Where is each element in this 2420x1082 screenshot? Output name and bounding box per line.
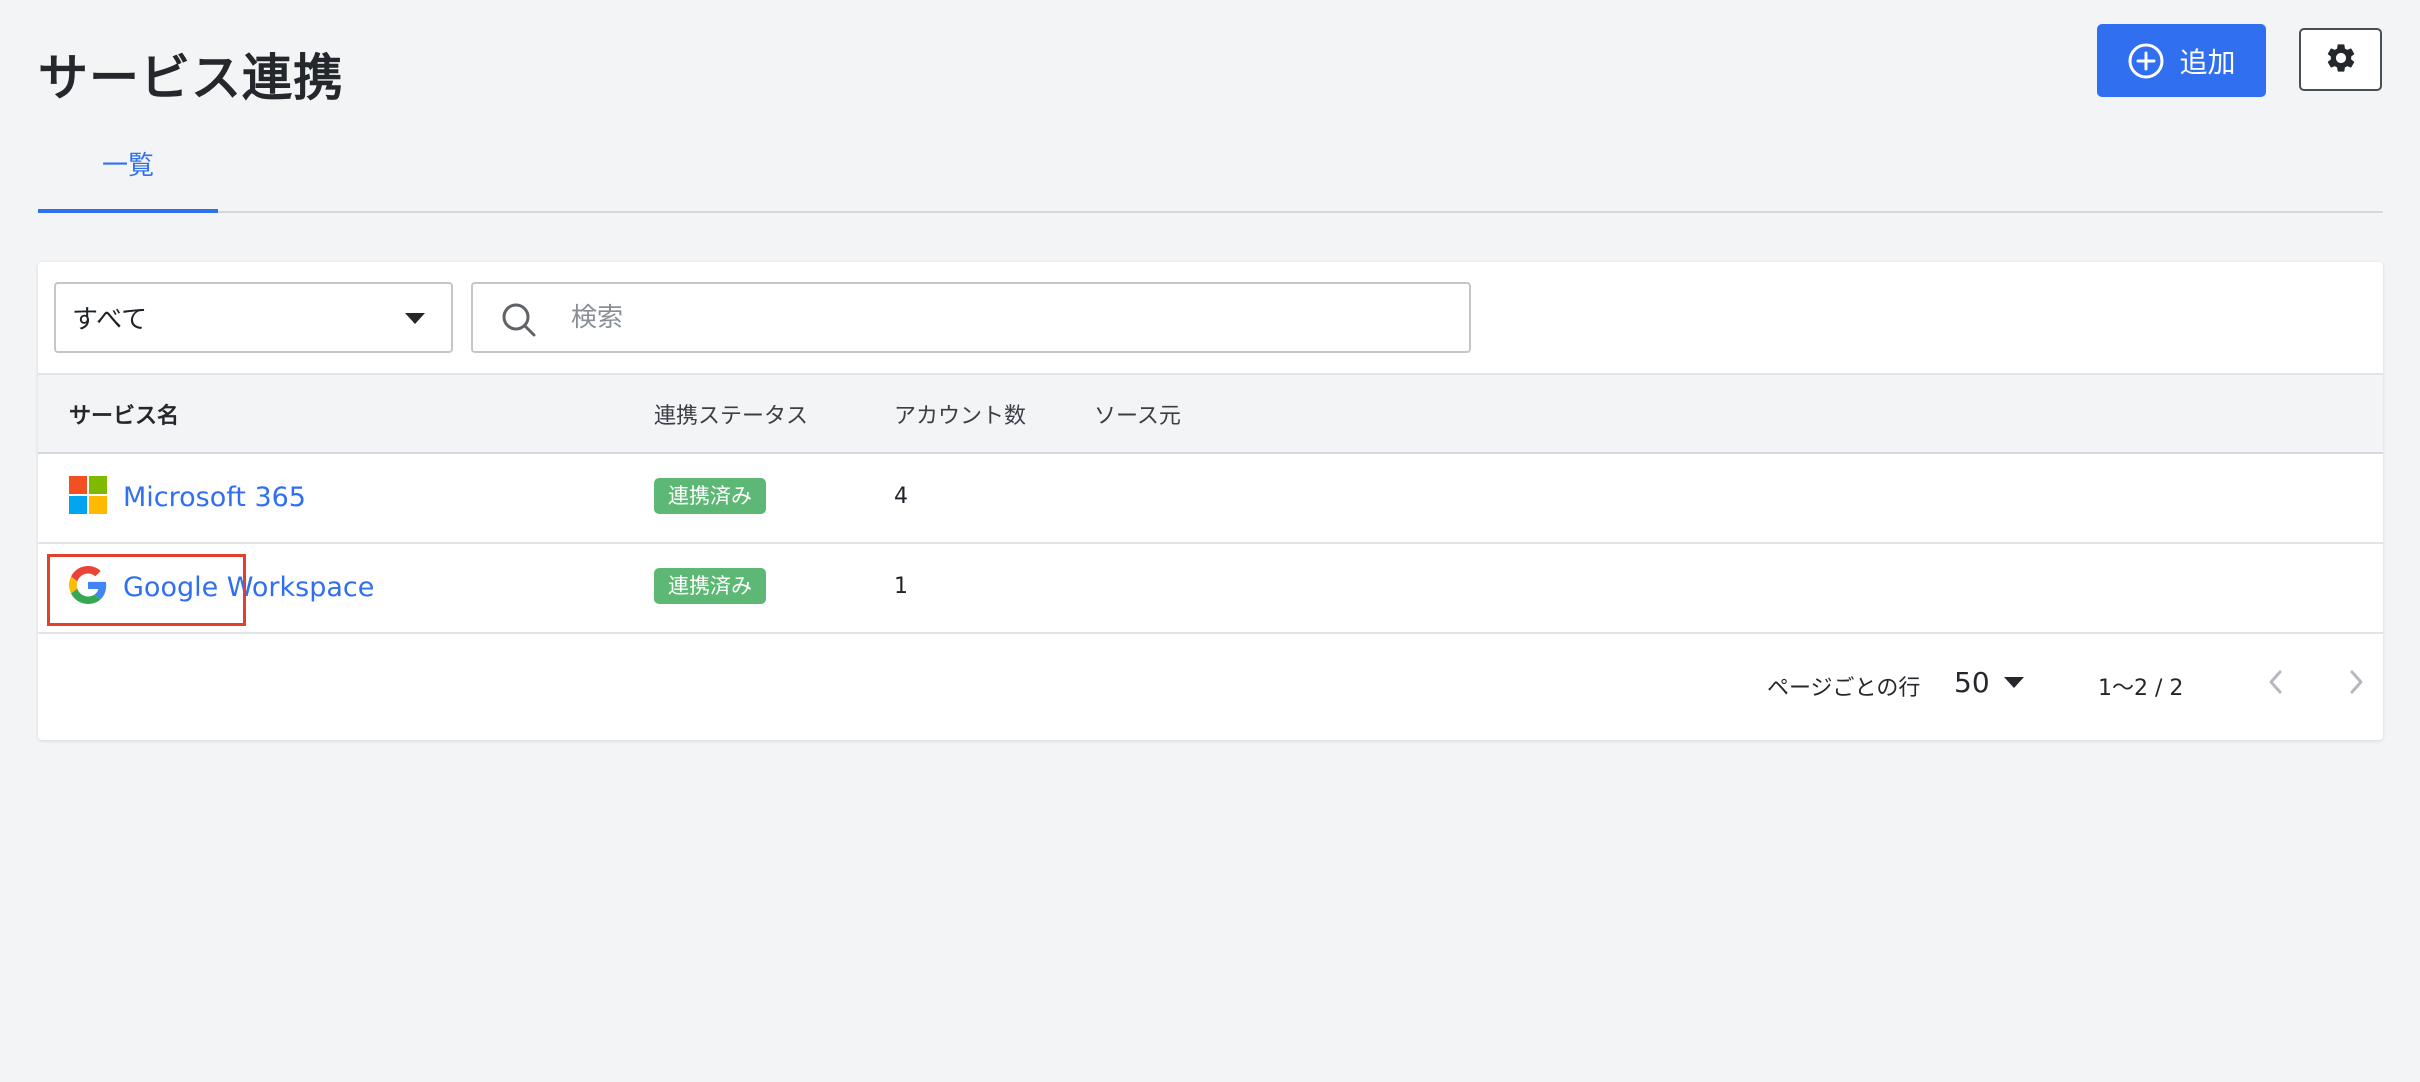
chevron-down-icon xyxy=(2003,676,2024,688)
chevron-left-icon xyxy=(2266,668,2286,700)
pagination-range: 1〜2 / 2 xyxy=(2098,676,2184,701)
chevron-down-icon xyxy=(405,313,425,324)
status-filter-value: すべて xyxy=(72,305,148,335)
next-page-button[interactable] xyxy=(2338,666,2374,702)
service-name: Google Workspace xyxy=(123,571,375,603)
status-badge: 連携済み xyxy=(654,478,766,514)
add-button-label: 追加 xyxy=(2179,45,2236,79)
column-header-status[interactable]: 連携ステータス xyxy=(654,375,808,452)
chevron-right-icon xyxy=(2346,668,2366,700)
add-button[interactable]: 追加 xyxy=(2097,24,2266,97)
service-name: Microsoft 365 xyxy=(123,481,306,513)
microsoft-logo-icon xyxy=(69,476,107,518)
previous-page-button[interactable] xyxy=(2258,666,2294,702)
tab-list-label: 一覧 xyxy=(101,151,154,181)
status-badge: 連携済み xyxy=(654,568,766,604)
rows-per-page-value: 50 xyxy=(1954,665,1990,699)
services-card: すべて サービス名 連携ステータス アカウント数 ソース元 xyxy=(38,262,2383,740)
google-logo-icon xyxy=(69,566,107,608)
search-icon xyxy=(499,300,539,344)
table-row[interactable]: Microsoft 365 連携済み 4 xyxy=(38,454,2383,544)
table-header: サービス名 連携ステータス アカウント数 ソース元 xyxy=(38,373,2383,454)
table-row[interactable]: Google Workspace 連携済み 1 xyxy=(38,544,2383,634)
page-title: サービス連携 xyxy=(38,49,344,107)
status-filter-select[interactable]: すべて xyxy=(54,282,453,353)
column-header-source[interactable]: ソース元 xyxy=(1094,375,1181,452)
gear-icon xyxy=(2324,41,2358,78)
tab-list[interactable]: 一覧 xyxy=(38,130,218,213)
tab-bar: 一覧 xyxy=(38,130,2383,213)
account-count: 4 xyxy=(894,484,908,509)
column-header-service-name[interactable]: サービス名 xyxy=(69,375,179,452)
service-link-microsoft-365[interactable]: Microsoft 365 xyxy=(69,476,306,518)
column-header-accounts[interactable]: アカウント数 xyxy=(894,375,1026,452)
search-input[interactable] xyxy=(571,294,1431,342)
plus-circle-icon xyxy=(2127,42,2165,80)
account-count: 1 xyxy=(894,574,908,599)
service-link-google-workspace[interactable]: Google Workspace xyxy=(69,566,374,608)
rows-per-page-select[interactable]: 50 xyxy=(1954,660,2024,704)
rows-per-page-label: ページごとの行 xyxy=(1767,676,1921,701)
settings-button[interactable] xyxy=(2299,28,2382,91)
search-box xyxy=(471,282,1471,353)
